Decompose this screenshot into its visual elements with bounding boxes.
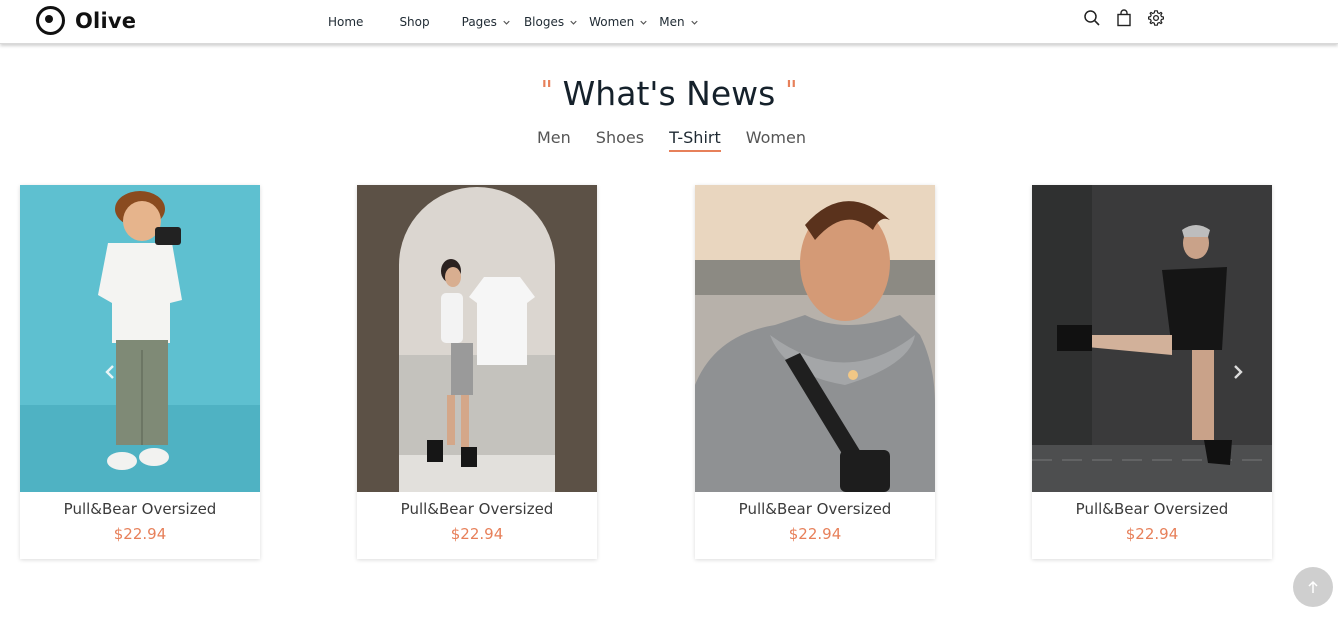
- title-text: What's News: [562, 74, 776, 113]
- product-price: $22.94: [1125, 525, 1179, 543]
- carousel-prev-icon[interactable]: [102, 364, 118, 380]
- product-image-man-hoodie[interactable]: [695, 185, 935, 492]
- nav-item-bloges[interactable]: Bloges: [524, 15, 579, 29]
- title-quote-close: ": [785, 76, 798, 106]
- site-header: Olive Home Shop Pages Bloges Women Men: [0, 0, 1338, 44]
- nav-label: Shop: [399, 15, 430, 29]
- product-price: $22.94: [788, 525, 842, 543]
- carousel-next-icon[interactable]: [1230, 364, 1246, 380]
- nav-item-pages[interactable]: Pages: [462, 15, 512, 29]
- chevron-down-icon: [640, 20, 647, 25]
- tab-men[interactable]: Men: [537, 128, 571, 152]
- back-to-top-button[interactable]: [1293, 567, 1333, 607]
- product-image-kid-camera[interactable]: [20, 185, 260, 492]
- product-name[interactable]: Pull&Bear Oversized: [357, 500, 597, 518]
- nav-label: Pages: [461, 15, 497, 29]
- logo[interactable]: Olive: [36, 6, 136, 35]
- product-card[interactable]: Pull&Bear Oversized $22.94: [20, 185, 260, 559]
- nav-label: Bloges: [523, 15, 565, 29]
- product-image-woman-shirt[interactable]: [357, 185, 597, 492]
- product-card[interactable]: Pull&Bear Oversized $22.94: [357, 185, 597, 559]
- logo-icon: [36, 6, 65, 35]
- product-image-man-kick[interactable]: [1032, 185, 1272, 492]
- header-tools: [1083, 9, 1165, 27]
- nav-label: Home: [328, 15, 364, 29]
- nav-item-men[interactable]: Men: [659, 15, 699, 29]
- product-price: $22.94: [450, 525, 504, 543]
- nav-item-women[interactable]: Women: [589, 15, 649, 29]
- product-name[interactable]: Pull&Bear Oversized: [1032, 500, 1272, 518]
- section-title: " What's News ": [0, 74, 1338, 113]
- chevron-down-icon: [503, 20, 510, 25]
- nav-label: Women: [589, 15, 635, 29]
- product-card[interactable]: Pull&Bear Oversized $22.94: [695, 185, 935, 559]
- tab-t-shirt[interactable]: T-Shirt: [669, 128, 721, 152]
- main-nav: Home Shop Pages Bloges Women Men: [328, 15, 700, 29]
- nav-item-home[interactable]: Home: [328, 15, 363, 29]
- gear-icon[interactable]: [1147, 9, 1165, 27]
- search-icon[interactable]: [1083, 9, 1101, 27]
- tab-shoes[interactable]: Shoes: [596, 128, 644, 152]
- product-price: $22.94: [113, 525, 167, 543]
- chevron-down-icon: [570, 20, 577, 25]
- nav-item-shop[interactable]: Shop: [399, 15, 429, 29]
- brand-name: Olive: [75, 8, 137, 33]
- chevron-down-icon: [690, 20, 698, 25]
- category-tabs: Men Shoes T-Shirt Women: [537, 128, 831, 152]
- nav-label: Men: [659, 15, 685, 29]
- product-name[interactable]: Pull&Bear Oversized: [20, 500, 260, 518]
- arrow-up-icon: [1308, 580, 1318, 593]
- product-name[interactable]: Pull&Bear Oversized: [695, 500, 935, 518]
- title-quote-open: ": [540, 76, 553, 106]
- shopping-bag-icon[interactable]: [1115, 9, 1133, 27]
- tab-women[interactable]: Women: [746, 128, 806, 152]
